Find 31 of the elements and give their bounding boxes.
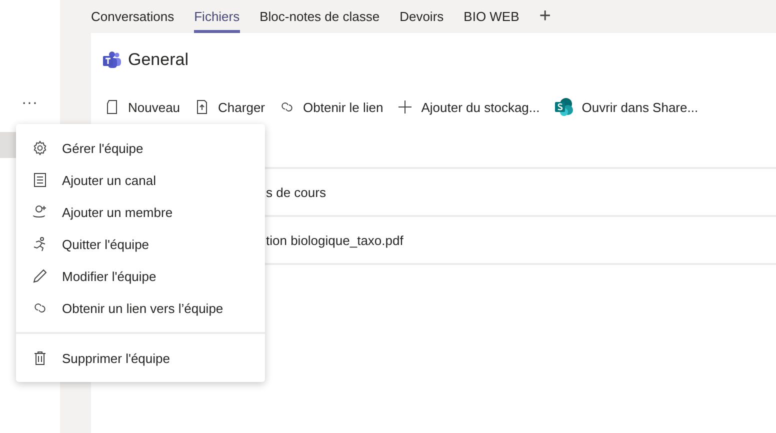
- menu-item[interactable]: Obtenir un lien vers l’équipe: [16, 292, 265, 324]
- toolbar-button[interactable]: Obtenir le lien: [279, 99, 384, 115]
- list-icon: [32, 172, 48, 188]
- menu-item[interactable]: Supprimer l'équipe: [16, 342, 265, 374]
- sharepoint-icon: [554, 97, 574, 117]
- tab[interactable]: Devoirs: [400, 0, 444, 33]
- pencil-icon: [32, 268, 48, 284]
- toolbar-button[interactable]: Ajouter du stockag...: [397, 99, 540, 115]
- tab[interactable]: BIO WEB: [464, 0, 520, 33]
- teams-logo-icon: [102, 51, 122, 69]
- add-person-icon: [32, 204, 48, 220]
- menu-item[interactable]: Ajouter un membre: [16, 196, 265, 228]
- menu-item[interactable]: Ajouter un canal: [16, 164, 265, 196]
- trash-icon: [32, 350, 48, 366]
- document-icon: [104, 99, 120, 115]
- channel-title: General: [128, 50, 188, 70]
- file-name[interactable]: tion biologique_taxo.pdf: [266, 232, 404, 248]
- settings-icon: [32, 140, 48, 156]
- menu-item[interactable]: Gérer l'équipe: [16, 132, 265, 164]
- toolbar-button[interactable]: Charger: [194, 99, 266, 115]
- menu-item[interactable]: Quitter l'équipe: [16, 228, 265, 260]
- menu-item[interactable]: Modifier l'équipe: [16, 260, 265, 292]
- toolbar-button[interactable]: Ouvrir dans Share...: [554, 97, 698, 117]
- plus-icon: [397, 99, 414, 115]
- more-options-button[interactable]: ···: [22, 96, 38, 112]
- file-name[interactable]: s de cours: [266, 184, 326, 200]
- running-figure-icon: [32, 236, 48, 252]
- tab[interactable]: Conversations: [91, 0, 174, 33]
- add-tab-button[interactable]: +: [539, 0, 551, 33]
- tab[interactable]: Bloc-notes de classe: [260, 0, 380, 33]
- toolbar-button[interactable]: Nouveau: [104, 99, 180, 115]
